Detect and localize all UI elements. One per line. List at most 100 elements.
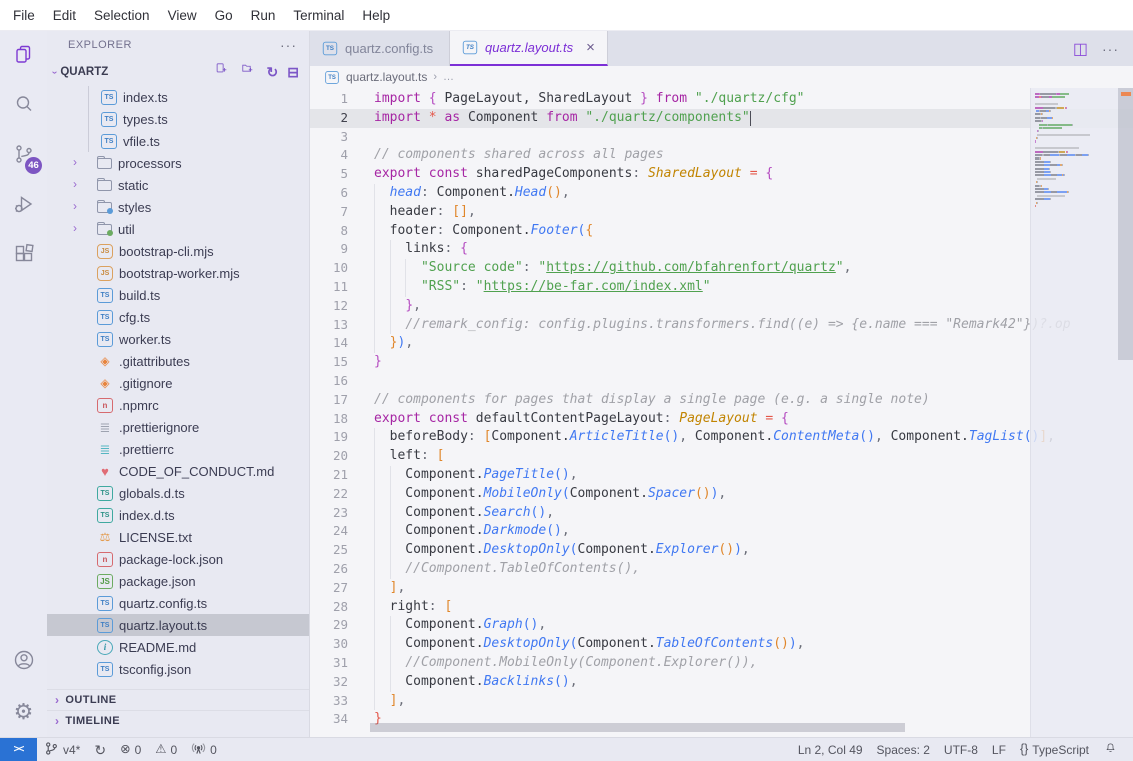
javascript-file-icon: JS	[97, 244, 113, 259]
tree-item-styles[interactable]: ›styles	[47, 196, 309, 218]
code-line-30: 30 Component.DesktopOnly(Component.Table…	[310, 635, 1133, 654]
status-right-LF[interactable]: LF	[985, 738, 1013, 761]
activitybar-explorer[interactable]	[0, 31, 47, 81]
status-right-Ln 2, Col 49[interactable]: Ln 2, Col 49	[791, 738, 870, 761]
file-label: package.json	[119, 574, 196, 589]
vertical-scrollbar[interactable]	[1118, 88, 1133, 360]
close-icon[interactable]: ×	[586, 39, 595, 56]
editor-more-actions-icon[interactable]: ···	[1102, 41, 1119, 57]
tree-item-.prettierrc[interactable]: ≣.prettierrc	[47, 438, 309, 460]
tree-item-index.d.ts[interactable]: TSindex.d.ts	[47, 504, 309, 526]
panel-outline[interactable]: ›OUTLINE	[47, 689, 309, 710]
tree-item-vfile.ts[interactable]: TSvfile.ts	[47, 130, 309, 152]
status-warning-icon-3[interactable]: ⚠0	[148, 738, 184, 761]
new-folder-icon[interactable]	[241, 62, 258, 82]
more-actions-icon[interactable]: ···	[280, 37, 297, 53]
tree-item-cfg.ts[interactable]: TScfg.ts	[47, 306, 309, 328]
status-right-UTF-8[interactable]: UTF-8	[937, 738, 985, 761]
split-editor-icon[interactable]: ◫	[1073, 39, 1088, 59]
tree-item-util[interactable]: ›util	[47, 218, 309, 240]
sidebar-explorer: EXPLORER ··· › QUARTZ ↻⊟ TSindex.tsTStyp…	[47, 31, 310, 737]
status-right-braces-icon[interactable]: {}TypeScript	[1013, 738, 1096, 761]
status-right-Spaces: 2[interactable]: Spaces: 2	[870, 738, 937, 761]
minimap[interactable]	[1030, 88, 1133, 737]
tree-item-index.ts[interactable]: TSindex.ts	[47, 86, 309, 108]
activitybar-search[interactable]	[0, 81, 47, 131]
status-right-bell-icon[interactable]	[1096, 738, 1125, 761]
tab-quartz.config.ts[interactable]: TSquartz.config.ts	[310, 31, 450, 66]
tree-item-package-lock.json[interactable]: npackage-lock.json	[47, 548, 309, 570]
menu-view[interactable]: View	[159, 8, 206, 23]
menu-edit[interactable]: Edit	[44, 8, 85, 23]
code-line-6: 6 head: Component.Head(),	[310, 184, 1133, 203]
folder-icon	[97, 158, 112, 169]
file-label: .prettierignore	[119, 420, 199, 435]
code-line-19: 19 beforeBody: [Component.ArticleTitle()…	[310, 428, 1133, 447]
chevron-down-icon: ›	[49, 70, 60, 73]
breadcrumb[interactable]: TS quartz.layout.ts › …	[310, 66, 1133, 88]
chevron-right-icon: ›	[73, 177, 77, 191]
menu-help[interactable]: Help	[353, 8, 399, 23]
activitybar-extensions[interactable]	[0, 231, 47, 281]
tree-item-bootstrap-worker.mjs[interactable]: JSbootstrap-worker.mjs	[47, 262, 309, 284]
chevron-right-icon: ›	[73, 155, 77, 169]
tree-item-.gitignore[interactable]: ◈.gitignore	[47, 372, 309, 394]
file-label: globals.d.ts	[119, 486, 185, 501]
code-line-5: 5export const sharedPageComponents: Shar…	[310, 165, 1133, 184]
code-line-15: 15}	[310, 353, 1133, 372]
tree-item-bootstrap-cli.mjs[interactable]: JSbootstrap-cli.mjs	[47, 240, 309, 262]
menu-selection[interactable]: Selection	[85, 8, 159, 23]
new-file-icon[interactable]	[215, 62, 232, 82]
tree-item-package.json[interactable]: JSpackage.json	[47, 570, 309, 592]
tree-item-.gitattributes[interactable]: ◈.gitattributes	[47, 350, 309, 372]
activitybar-source-control[interactable]: 46	[0, 131, 47, 181]
breadcrumb-file: quartz.layout.ts	[346, 70, 427, 84]
tab-quartz.layout.ts[interactable]: TSquartz.layout.ts×	[450, 31, 608, 66]
menu-go[interactable]: Go	[206, 8, 242, 23]
status-git-branch-icon-0[interactable]: v4*	[37, 738, 87, 761]
status-radio-tower-icon-4[interactable]: 0	[184, 738, 224, 761]
status-error-icon-2[interactable]: ⊗0	[113, 738, 148, 761]
panel-timeline[interactable]: ›TIMELINE	[47, 710, 309, 731]
tree-item-globals.d.ts[interactable]: TSglobals.d.ts	[47, 482, 309, 504]
menu-run[interactable]: Run	[242, 8, 285, 23]
typescript-file-icon: TS	[323, 42, 337, 56]
activitybar-settings[interactable]: ⚙	[0, 687, 47, 737]
tree-item-processors[interactable]: ›processors	[47, 152, 309, 174]
tree-item-LICENSE.txt[interactable]: ⚖LICENSE.txt	[47, 526, 309, 548]
folder-section-header[interactable]: › QUARTZ ↻ ⊟	[47, 58, 309, 86]
activitybar-run-debug[interactable]	[0, 181, 47, 231]
tree-item-types.ts[interactable]: TStypes.ts	[47, 108, 309, 130]
tree-item-static[interactable]: ›static	[47, 174, 309, 196]
code-line-1: 1import { PageLayout, SharedLayout } fro…	[310, 90, 1133, 109]
tree-item-CODE_OF_CONDUCT.md[interactable]: ♥CODE_OF_CONDUCT.md	[47, 460, 309, 482]
chevron-right-icon: ›	[55, 714, 59, 728]
status-sync-icon-1[interactable]: ↻	[87, 738, 113, 761]
tree-item-quartz.layout.ts[interactable]: TSquartz.layout.ts	[47, 614, 309, 636]
file-label: styles	[118, 200, 151, 215]
tree-item-quartz.config.ts[interactable]: TSquartz.config.ts	[47, 592, 309, 614]
file-label: worker.ts	[119, 332, 171, 347]
file-label: .gitignore	[119, 376, 172, 391]
tree-item-.npmrc[interactable]: n.npmrc	[47, 394, 309, 416]
activitybar-account[interactable]	[0, 637, 47, 687]
remote-indicator[interactable]: ><	[0, 738, 37, 761]
tree-item-build.ts[interactable]: TSbuild.ts	[47, 284, 309, 306]
horizontal-scrollbar[interactable]	[370, 723, 905, 732]
tree-item-worker.ts[interactable]: TSworker.ts	[47, 328, 309, 350]
code-line-8: 8 footer: Component.Footer({	[310, 222, 1133, 241]
git-file-icon: ◈	[97, 355, 113, 367]
code-editor[interactable]: 1import { PageLayout, SharedLayout } fro…	[310, 88, 1133, 737]
tree-item-tsconfig.json[interactable]: TStsconfig.json	[47, 658, 309, 680]
collapse-all-icon[interactable]: ⊟	[287, 65, 299, 79]
run-debug-icon	[12, 192, 36, 221]
menu-terminal[interactable]: Terminal	[284, 8, 353, 23]
menu-bar: FileEditSelectionViewGoRunTerminalHelp	[0, 0, 1133, 31]
tree-item-README.md[interactable]: iREADME.md	[47, 636, 309, 658]
prettier-file-icon: ≣	[97, 421, 113, 434]
workspace-name: QUARTZ	[60, 66, 108, 78]
tree-item-.prettierignore[interactable]: ≣ .prettierignore	[47, 416, 309, 438]
radio-tower-icon	[191, 741, 206, 759]
refresh-icon[interactable]: ↻	[267, 65, 279, 79]
menu-file[interactable]: File	[4, 8, 44, 23]
